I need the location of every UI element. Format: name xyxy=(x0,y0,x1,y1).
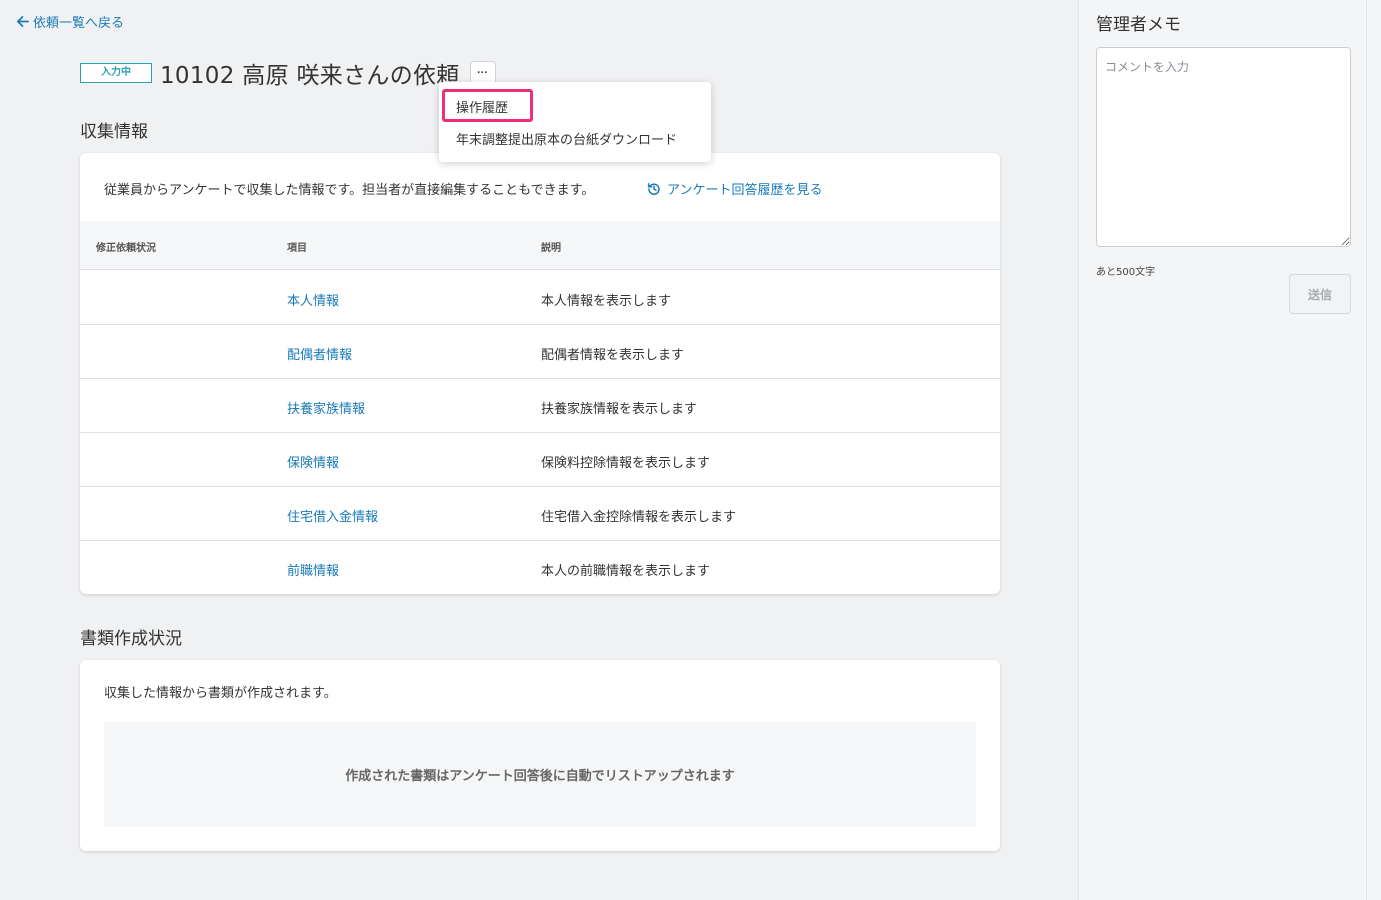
page-header: 入力中 10102 高原 咲来さんの依頼 ··· xyxy=(80,56,496,90)
item-link-personal[interactable]: 本人情報 xyxy=(287,290,339,309)
item-link-insurance[interactable]: 保険情報 xyxy=(287,452,339,471)
memo-title: 管理者メモ xyxy=(1096,15,1181,35)
item-description: 本人の前職情報を表示します xyxy=(541,564,711,579)
item-description: 住宅借入金控除情報を表示します xyxy=(541,510,737,525)
arrow-left-icon xyxy=(17,16,29,27)
item-description: 本人情報を表示します xyxy=(541,294,672,309)
send-button[interactable]: 送信 xyxy=(1289,274,1351,314)
item-link-housing-loan[interactable]: 住宅借入金情報 xyxy=(287,506,378,525)
documents-empty-state: 作成された書類はアンケート回答後に自動でリストアップされます xyxy=(104,722,976,827)
status-badge: 入力中 xyxy=(80,63,152,83)
item-description: 配偶者情報を表示します xyxy=(541,348,685,363)
item-link-dependents[interactable]: 扶養家族情報 xyxy=(287,398,365,417)
column-header-status: 修正依頼状況 xyxy=(96,243,156,254)
back-link-label: 依頼一覧へ戻る xyxy=(33,16,125,31)
collected-info-heading: 収集情報 xyxy=(80,122,148,142)
memo-comment-input[interactable] xyxy=(1096,47,1351,247)
table-row: 前職情報 本人の前職情報を表示します xyxy=(80,541,1000,594)
item-link-previous-job[interactable]: 前職情報 xyxy=(287,560,339,579)
actions-dropdown-menu: 操作履歴 年末調整提出原本の台紙ダウンロード xyxy=(439,82,711,162)
table-row: 住宅借入金情報 住宅借入金控除情報を表示します xyxy=(80,487,1000,541)
column-header-description: 説明 xyxy=(541,243,561,254)
page-title: 10102 高原 咲来さんの依頼 xyxy=(160,63,460,89)
table-row: 扶養家族情報 扶養家族情報を表示します xyxy=(80,379,1000,433)
character-counter: あと500文字 xyxy=(1096,267,1156,278)
table-header: 修正依頼状況 項目 説明 xyxy=(80,221,1000,270)
item-description: 扶養家族情報を表示します xyxy=(541,402,698,417)
documents-heading: 書類作成状況 xyxy=(80,629,182,649)
documents-description: 収集した情報から書類が作成されます。 xyxy=(104,686,337,701)
collected-info-description: 従業員からアンケートで収集した情報です。担当者が直接編集することもできます。 xyxy=(104,183,595,198)
table-row: 本人情報 本人情報を表示します xyxy=(80,271,1000,325)
empty-state-message: 作成された書類はアンケート回答後に自動でリストアップされます xyxy=(345,769,735,784)
survey-history-link[interactable]: アンケート回答履歴を見る xyxy=(647,179,822,198)
back-to-list-link[interactable]: 依頼一覧へ戻る xyxy=(16,12,124,31)
table-row: 保険情報 保険料控除情報を表示します xyxy=(80,433,1000,487)
main-content: 依頼一覧へ戻る 入力中 10102 高原 咲来さんの依頼 ··· 操作履歴 年末… xyxy=(0,0,1078,900)
documents-card: 収集した情報から書類が作成されます。 作成された書類はアンケート回答後に自動でリ… xyxy=(80,660,1000,851)
window-edge xyxy=(1366,0,1381,900)
item-description: 保険料控除情報を表示します xyxy=(541,456,711,471)
survey-history-label: アンケート回答履歴を見る xyxy=(667,183,823,198)
table-row: 配偶者情報 配偶者情報を表示します xyxy=(80,325,1000,379)
menu-item-operation-history[interactable]: 操作履歴 xyxy=(456,97,508,116)
history-icon xyxy=(647,182,660,195)
menu-item-download-mount[interactable]: 年末調整提出原本の台紙ダウンロード xyxy=(456,129,677,148)
collected-info-card: 従業員からアンケートで収集した情報です。担当者が直接編集することもできます。 ア… xyxy=(80,153,1000,594)
item-link-spouse[interactable]: 配偶者情報 xyxy=(287,344,352,363)
column-header-item: 項目 xyxy=(287,243,307,254)
admin-memo-panel: 管理者メモ あと500文字 送信 xyxy=(1078,0,1366,900)
